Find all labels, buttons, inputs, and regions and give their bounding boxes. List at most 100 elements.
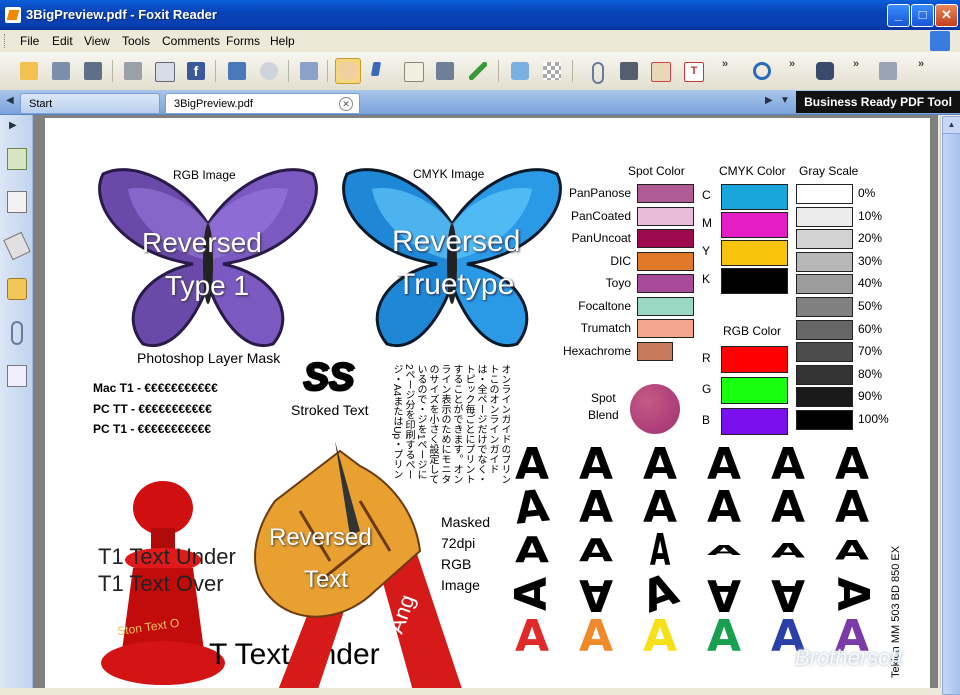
letter-a-glyph: A <box>835 482 870 533</box>
letter-a-glyph: A <box>579 611 614 662</box>
pc-tt-euro: PC TT - €€€€€€€€€€€ <box>93 402 212 416</box>
tab-start-label: Start <box>29 98 53 110</box>
print-icon[interactable] <box>121 59 145 83</box>
letter-a-glyph: A <box>707 543 742 559</box>
signatures-icon[interactable] <box>7 365 27 387</box>
window-title: 3BigPreview.pdf - Foxit Reader <box>26 7 217 22</box>
gray-scale-label: 50% <box>858 299 883 313</box>
letter-a-glyph: A <box>771 569 806 620</box>
scroll-thumb[interactable] <box>942 133 960 695</box>
pdf-page[interactable]: RGB Image Reversed Type 1 CMYK Image Rev… <box>45 118 930 688</box>
menu-comments[interactable]: Comments <box>162 34 220 48</box>
spot-color-swatch <box>637 296 694 316</box>
letter-a-glyph: A <box>827 576 879 612</box>
minimize-button[interactable]: _ <box>887 4 910 27</box>
cmyk-color-label: Y <box>702 244 711 258</box>
masked-label-2: 72dpi <box>441 535 476 551</box>
expand-panel-icon[interactable]: ▶ <box>9 120 17 131</box>
pencil-icon[interactable] <box>466 59 490 83</box>
gray-scale-swatch <box>796 364 853 385</box>
toolbar-overflow[interactable]: » <box>853 58 859 70</box>
rgb-color-label: R <box>702 351 711 365</box>
tab-list-icon[interactable]: ▼ <box>780 95 790 106</box>
spot-color-swatch <box>637 251 694 271</box>
maximize-button[interactable]: □ <box>911 4 934 27</box>
cmyk-color-label: M <box>702 216 712 230</box>
rgb-color-swatch <box>721 377 788 404</box>
text-box-icon[interactable]: T <box>681 59 705 83</box>
eraser-icon[interactable] <box>508 59 532 83</box>
rgb-color-swatch <box>721 408 788 435</box>
gray-scale-swatch <box>796 229 853 250</box>
hand-tool-icon[interactable] <box>335 58 361 84</box>
find-icon[interactable] <box>257 59 281 83</box>
pages-icon[interactable] <box>7 148 27 170</box>
save-as-icon[interactable] <box>81 59 105 83</box>
email-icon[interactable] <box>152 59 176 83</box>
attachments-icon[interactable] <box>11 321 23 345</box>
binoculars-icon[interactable] <box>813 59 837 83</box>
speaker-icon[interactable] <box>876 59 900 83</box>
toolbar-separator <box>112 60 113 82</box>
spot-color-swatch <box>637 319 694 338</box>
toolbar-separator <box>288 60 289 82</box>
snapshot-icon[interactable] <box>297 59 321 83</box>
brand-banner[interactable]: Business Ready PDF Tool <box>796 91 960 113</box>
toolbar-overflow[interactable]: » <box>918 58 924 70</box>
cmyk-color-swatch <box>721 240 788 266</box>
comments-icon[interactable] <box>7 278 27 300</box>
title-bar: 3BigPreview.pdf - Foxit Reader _ □ ✕ <box>0 0 960 30</box>
spot-color-label: Focaltone <box>578 298 631 313</box>
spot-color-swatch <box>637 341 673 361</box>
letter-a-glyph: A <box>579 569 614 620</box>
close-tab-icon[interactable]: ✕ <box>339 97 353 111</box>
watermark-text: Brothersoft <box>795 645 903 670</box>
gray-scale-label: 0% <box>858 186 876 200</box>
menu-bar: File Edit View Tools Comments Forms Help <box>0 30 960 52</box>
letter-a-glyph: A <box>579 532 614 569</box>
letter-a-glyph: A <box>515 611 550 662</box>
spot-blend-label-2: Blend <box>588 408 619 422</box>
spot-color-swatch <box>637 274 694 293</box>
checker-icon[interactable] <box>540 59 564 83</box>
vertical-scrollbar[interactable]: ▲ <box>940 115 960 695</box>
restore-doc-icon[interactable] <box>930 31 950 51</box>
tab-scroll-right-icon[interactable]: ▶ <box>765 95 773 106</box>
open-icon[interactable] <box>17 59 41 83</box>
menu-tools[interactable]: Tools <box>122 34 150 48</box>
menu-file[interactable]: File <box>20 34 39 48</box>
masked-label-4: Image <box>441 577 480 593</box>
menu-help[interactable]: Help <box>270 34 295 48</box>
spot-blend-circle <box>630 384 680 434</box>
full-screen-icon[interactable] <box>225 59 249 83</box>
spot-blend-label-1: Spot <box>591 391 616 405</box>
tab-scroll-left-icon[interactable]: ◀ <box>6 95 14 106</box>
select-text-icon[interactable] <box>401 59 425 83</box>
toolbar-separator <box>327 60 328 82</box>
select-tool-icon[interactable] <box>369 59 393 83</box>
bookmarks-icon[interactable] <box>7 191 27 213</box>
layers-icon[interactable] <box>3 231 31 261</box>
menu-forms[interactable]: Forms <box>226 34 260 48</box>
close-button[interactable]: ✕ <box>935 4 958 27</box>
form-fill-icon[interactable] <box>648 59 672 83</box>
tab-document[interactable]: 3BigPreview.pdf ✕ <box>165 93 360 113</box>
cmyk-color-label: C <box>702 188 711 202</box>
typewriter-icon[interactable] <box>617 59 641 83</box>
snapshot-tool-icon[interactable] <box>433 59 457 83</box>
letter-a-glyph: A <box>643 611 678 662</box>
scroll-up-icon[interactable]: ▲ <box>942 116 960 134</box>
toolbar-overflow[interactable]: » <box>722 58 728 70</box>
gray-scale-label: 10% <box>858 208 883 223</box>
facebook-icon[interactable]: f <box>184 59 208 83</box>
gray-scale-label: 70% <box>858 344 883 359</box>
toolbar-overflow[interactable]: » <box>789 58 795 70</box>
tab-start[interactable]: Start <box>20 93 160 113</box>
rotate-icon[interactable] <box>750 59 774 83</box>
reversed-truetype-line2: Truetype <box>397 268 515 301</box>
gray-scale-swatch <box>796 342 853 363</box>
menu-view[interactable]: View <box>84 34 110 48</box>
attach-icon[interactable] <box>585 59 609 84</box>
menu-edit[interactable]: Edit <box>52 34 73 48</box>
save-icon[interactable] <box>49 59 73 83</box>
